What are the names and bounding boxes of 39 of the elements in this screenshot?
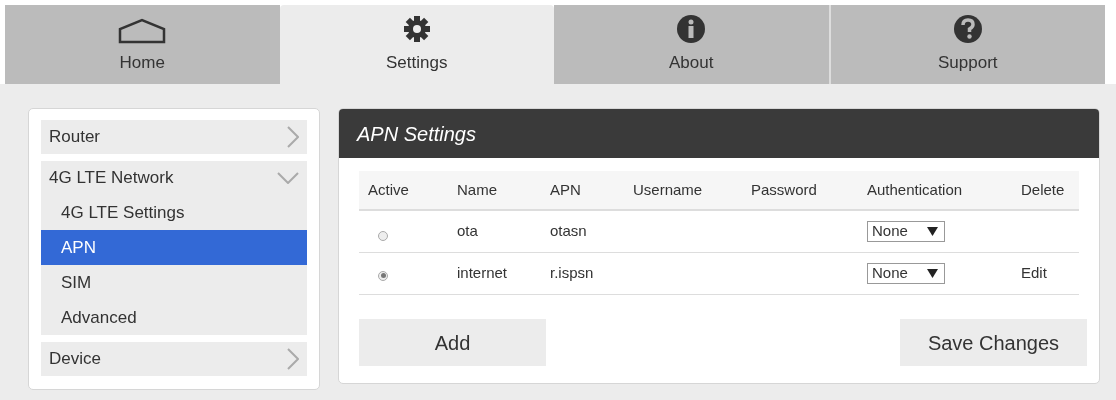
sidebar-item[interactable]: Device	[41, 342, 307, 376]
caret-icon	[927, 227, 938, 236]
home-icon	[118, 17, 167, 44]
nav-tab[interactable]: Settings	[279, 5, 554, 84]
sidebar-item[interactable]: 4G LTE Network	[41, 161, 307, 195]
sidebar-subitem[interactable]: Advanced	[41, 300, 307, 335]
column-header: Password	[750, 179, 818, 200]
column-header: APN	[549, 179, 582, 200]
sidebar-subitem[interactable]: SIM	[41, 265, 307, 300]
settings-icon	[401, 13, 432, 44]
column-header: Name	[456, 179, 498, 200]
column-header: Delete	[1020, 179, 1066, 200]
radio-button[interactable]	[378, 231, 388, 242]
sidebar-subitem[interactable]: 4G LTE Settings	[41, 195, 307, 230]
chevron-icon	[287, 126, 299, 148]
chevron-icon	[287, 348, 299, 370]
column-header: Active	[367, 179, 410, 200]
help-icon	[952, 13, 983, 44]
radio-button[interactable]	[378, 270, 388, 281]
column-header: Username	[632, 179, 704, 200]
sidebar-item[interactable]: Router	[41, 120, 307, 154]
table-cell-text: otasn	[549, 221, 588, 242]
table-cell-text: ota	[456, 221, 479, 242]
column-header: Authentication	[866, 179, 964, 200]
caret-icon	[927, 269, 938, 278]
table-cell-text: internet	[456, 263, 509, 284]
table-cell-text: r.ispsn	[549, 263, 595, 284]
action-button[interactable]: Save Changes	[900, 319, 1087, 366]
action-button[interactable]: Add	[359, 319, 546, 366]
nav-tab[interactable]: Support	[828, 5, 1105, 84]
authentication-dropdown[interactable]: None	[867, 221, 945, 242]
authentication-dropdown[interactable]: None	[867, 263, 945, 284]
chevron-icon	[277, 172, 299, 184]
nav-tab[interactable]: About	[554, 5, 829, 84]
nav-tab[interactable]: Home	[5, 5, 280, 84]
sidebar-subitem[interactable]: APN	[41, 230, 307, 265]
info-icon	[676, 13, 707, 44]
edit-link[interactable]: Edit	[1012, 262, 1079, 285]
panel-title: APN Settings	[339, 109, 1099, 158]
